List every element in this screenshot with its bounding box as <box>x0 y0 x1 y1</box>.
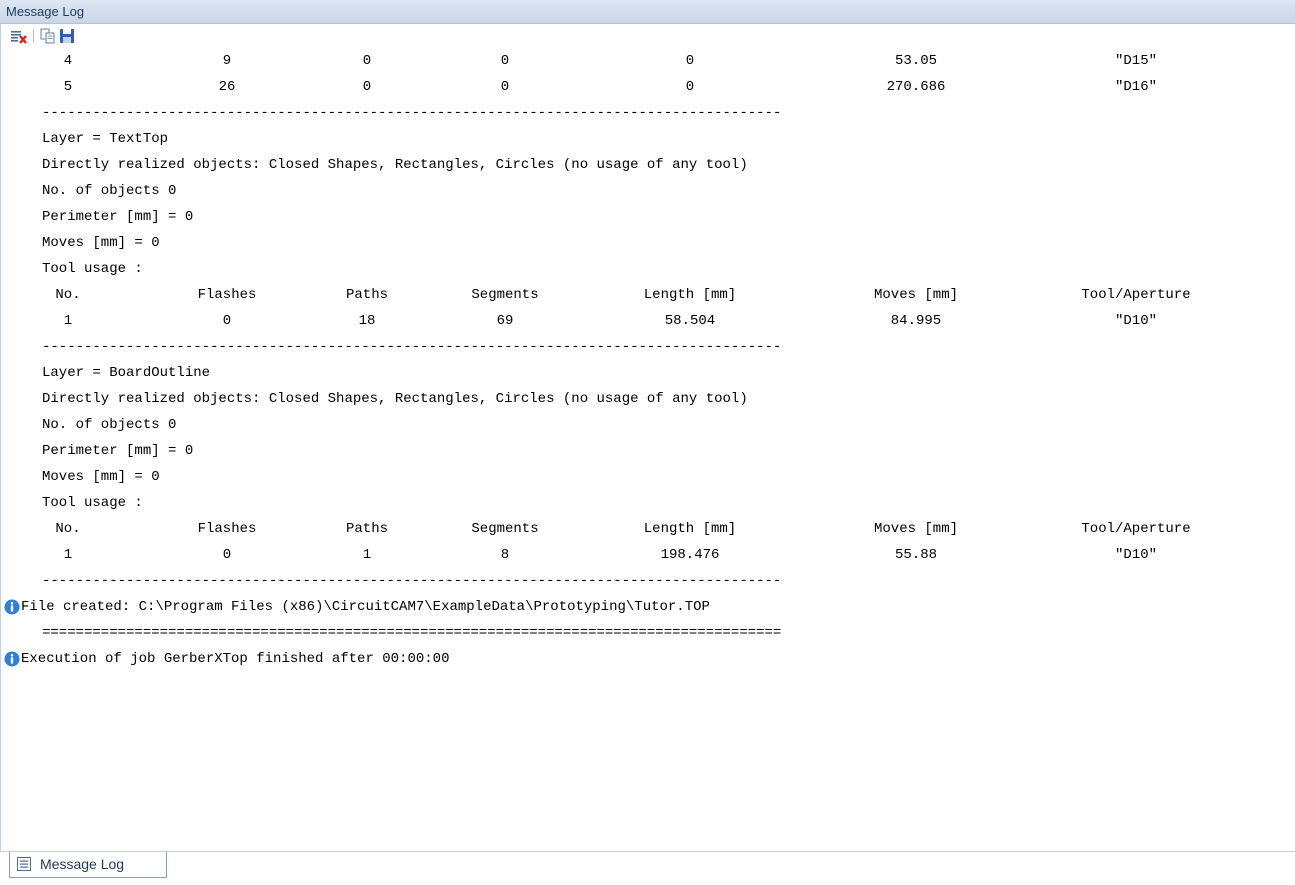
header-segments: Segments <box>471 521 539 537</box>
header-flashes: Flashes <box>197 287 257 303</box>
tool-usage-line: Tool usage : <box>1 490 1291 516</box>
separator-text: ----------------------------------------… <box>42 573 782 589</box>
tool-usage-line-text: Tool usage : <box>42 261 143 277</box>
header-paths: Paths <box>345 521 388 537</box>
log-icon <box>17 857 31 871</box>
header-moves: Moves [mm] <box>873 521 958 537</box>
header-no: No. <box>55 287 81 303</box>
header-length: Length [mm] <box>643 287 737 303</box>
cell-length: 198.476 <box>660 547 720 563</box>
separator-text: ----------------------------------------… <box>42 105 782 121</box>
log-message-file-created-text: File created: C:\Program Files (x86)\Cir… <box>21 599 710 615</box>
separator: ----------------------------------------… <box>1 100 1291 126</box>
table-row: 5 26 0 0 0 270.686 "D16" <box>1 74 1291 100</box>
double-separator-text: ========================================… <box>42 625 782 641</box>
copy-icon[interactable] <box>39 28 57 44</box>
cell-moves: 270.686 <box>886 79 946 95</box>
object-count-line-text: No. of objects 0 <box>42 183 177 199</box>
cell-tool: "D10" <box>1114 313 1157 329</box>
panel-title: Message Log <box>0 0 1295 24</box>
cell-paths: 0 <box>362 53 372 69</box>
header-tool: Tool/Aperture <box>1081 521 1191 537</box>
header-flashes: Flashes <box>197 521 257 537</box>
cell-paths: 18 <box>358 313 376 329</box>
header-paths: Paths <box>345 287 388 303</box>
table-row: 1 0 18 69 58.504 84.995 "D10" <box>1 308 1291 334</box>
header-no: No. <box>55 521 81 537</box>
perimeter-line: Perimeter [mm] = 0 <box>1 438 1291 464</box>
cell-flashes: 9 <box>222 53 232 69</box>
perimeter-line-text: Perimeter [mm] = 0 <box>42 209 194 225</box>
table-row: 4 9 0 0 0 53.05 "D15" <box>1 48 1291 74</box>
separator-text: ----------------------------------------… <box>42 339 782 355</box>
header-length: Length [mm] <box>643 521 737 537</box>
layer-title-text: Layer = TextTop <box>42 131 169 147</box>
log-message-execution-text: Execution of job GerberXTop finished aft… <box>21 651 450 667</box>
bottom-tab-bar: Message Log <box>0 851 1295 885</box>
info-icon <box>4 599 20 615</box>
cell-tool: "D16" <box>1114 79 1157 95</box>
moves-line: Moves [mm] = 0 <box>1 464 1291 490</box>
object-count-line: No. of objects 0 <box>1 178 1291 204</box>
cell-flashes: 26 <box>218 79 236 95</box>
cell-segments: 8 <box>500 547 510 563</box>
layer-title: Layer = TextTop <box>1 126 1291 152</box>
cell-no: 1 <box>63 313 73 329</box>
moves-line-text: Moves [mm] = 0 <box>42 469 160 485</box>
perimeter-line-text: Perimeter [mm] = 0 <box>42 443 194 459</box>
header-tool: Tool/Aperture <box>1081 287 1191 303</box>
clear-list-icon[interactable] <box>10 28 28 44</box>
header-moves: Moves [mm] <box>873 287 958 303</box>
cell-tool: "D15" <box>1114 53 1157 69</box>
cell-tool: "D10" <box>1114 547 1157 563</box>
directly-realized-line: Directly realized objects: Closed Shapes… <box>1 386 1291 412</box>
directly-realized-line-text: Directly realized objects: Closed Shapes… <box>42 391 748 407</box>
cell-moves: 55.88 <box>894 547 937 563</box>
cell-no: 1 <box>63 547 73 563</box>
tool-usage-line: Tool usage : <box>1 256 1291 282</box>
object-count-line: No. of objects 0 <box>1 412 1291 438</box>
double-separator: ========================================… <box>1 620 1291 646</box>
toolbar <box>0 24 1295 48</box>
cell-segments: 69 <box>496 313 514 329</box>
table-header-row: No. Flashes Paths Segments Length [mm] Moves … <box>1 516 1291 542</box>
cell-paths: 0 <box>362 79 372 95</box>
cell-flashes: 0 <box>222 547 232 563</box>
directly-realized-line-text: Directly realized objects: Closed Shapes… <box>42 157 748 173</box>
object-count-line-text: No. of objects 0 <box>42 417 177 433</box>
cell-length: 0 <box>685 79 695 95</box>
header-segments: Segments <box>471 287 539 303</box>
cell-moves: 84.995 <box>890 313 942 329</box>
save-icon[interactable] <box>59 28 77 44</box>
info-icon <box>4 651 20 667</box>
cell-length: 0 <box>685 53 695 69</box>
tool-usage-line-text: Tool usage : <box>42 495 143 511</box>
cell-length: 58.504 <box>664 313 716 329</box>
log-message-file-created: File created: C:\Program Files (x86)\Cir… <box>1 594 1291 620</box>
cell-moves: 53.05 <box>894 53 937 69</box>
cell-segments: 0 <box>500 79 510 95</box>
table-header-row: No. Flashes Paths Segments Length [mm] Moves … <box>1 282 1291 308</box>
toolbar-separator <box>33 29 34 43</box>
cell-flashes: 0 <box>222 313 232 329</box>
cell-no: 4 <box>63 53 73 69</box>
tab-message-log[interactable]: Message Log <box>9 852 167 878</box>
moves-line: Moves [mm] = 0 <box>1 230 1291 256</box>
moves-line-text: Moves [mm] = 0 <box>42 235 160 251</box>
cell-segments: 0 <box>500 53 510 69</box>
tab-label: Message Log <box>40 856 125 872</box>
layer-title-text: Layer = BoardOutline <box>42 365 211 381</box>
log-message-execution: Execution of job GerberXTop finished aft… <box>1 646 1291 672</box>
separator: ----------------------------------------… <box>1 568 1291 594</box>
directly-realized-line: Directly realized objects: Closed Shapes… <box>1 152 1291 178</box>
separator: ----------------------------------------… <box>1 334 1291 360</box>
perimeter-line: Perimeter [mm] = 0 <box>1 204 1291 230</box>
layer-title: Layer = BoardOutline <box>1 360 1291 386</box>
table-row: 1 0 1 8 198.476 55.88 "D10" <box>1 542 1291 568</box>
message-log-list[interactable]: 4 9 0 0 0 53.05 "D15" 5 26 0 0 0 270.686 "D16" -------… <box>0 48 1295 851</box>
cell-no: 5 <box>63 79 73 95</box>
cell-paths: 1 <box>362 547 372 563</box>
